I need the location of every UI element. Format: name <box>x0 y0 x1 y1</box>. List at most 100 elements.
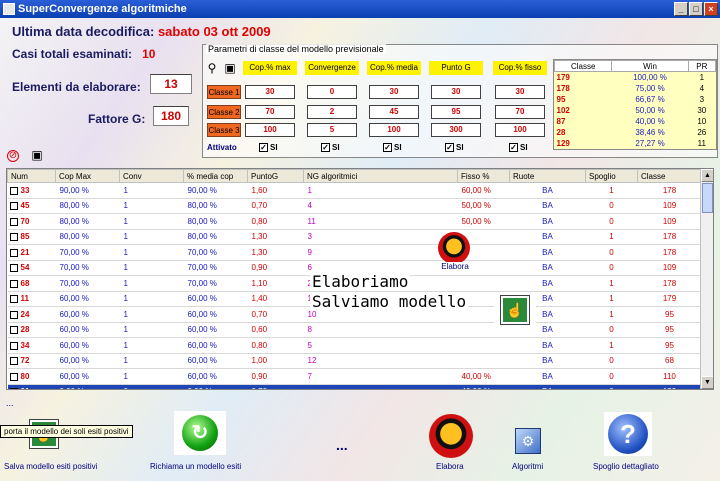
row-checkbox[interactable] <box>9 202 18 211</box>
attivato-convergenze-checkbox[interactable]: ✓ SI <box>321 143 340 153</box>
minimize-button[interactable]: _ <box>674 2 688 16</box>
close-button[interactable]: × <box>704 2 718 16</box>
grid-cell: 1 <box>119 275 184 292</box>
table-row[interactable]: 70 80,00 % 1 80,00 % 0,80 11 50,00 % BA 0 109 <box>7 213 702 230</box>
grid-cell: 1 <box>119 306 184 323</box>
elabora-overlay-icon <box>438 232 470 264</box>
elementi-input[interactable]: 13 <box>150 74 192 94</box>
grid-header-4[interactable]: PuntoG <box>247 169 304 183</box>
grid-cell: 12 <box>303 353 458 369</box>
row-checkbox[interactable] <box>9 295 18 304</box>
grid-header-3[interactable]: % media cop <box>183 169 248 183</box>
classe-1-convergenze[interactable]: 0 <box>307 85 357 99</box>
classe-1-punto-g[interactable]: 30 <box>431 85 481 99</box>
classe-3-punto-g[interactable]: 300 <box>431 123 481 137</box>
grid-cell: 40,00 % <box>457 368 510 385</box>
classe-3-convergenze[interactable]: 5 <box>307 123 357 137</box>
row-checkbox[interactable] <box>9 388 18 389</box>
grid-header-7[interactable]: Ruote <box>509 169 586 183</box>
fattore-input[interactable]: 180 <box>153 106 189 126</box>
mini-table-row: 129 27,27 % 11 <box>555 138 716 149</box>
table-row[interactable]: 21 70,00 % 1 70,00 % 1,30 9 BA 0 178 <box>7 244 702 261</box>
table-row[interactable]: 010,00 %00,00 %0,7040,00 %BA0129 <box>7 384 702 389</box>
table-row[interactable]: 80 60,00 % 1 60,00 % 0,90 7 40,00 % BA 0 110 <box>7 368 702 385</box>
grid-header-6[interactable]: Fisso % <box>457 169 510 183</box>
save-grid-icon[interactable]: ▣ <box>30 148 44 162</box>
grid-cell: 1 <box>585 229 638 245</box>
grid-cell-num-wrap: 72 <box>7 353 56 369</box>
table-row[interactable]: 72 60,00 % 1 60,00 % 1,00 12 BA 0 68 <box>7 353 702 369</box>
classe-3-cop-media[interactable]: 100 <box>369 123 419 137</box>
row-checkbox[interactable] <box>9 372 18 381</box>
more-dots[interactable]: ... <box>336 437 348 453</box>
attivato-cop-fisso-checkbox[interactable]: ✓ SI <box>509 143 528 153</box>
grid-header-8[interactable]: Spoglio <box>585 169 638 183</box>
grid-cell-num: 80 <box>20 371 30 381</box>
attivato-punto-g-checkbox[interactable]: ✓ SI <box>445 143 464 153</box>
grid-cell: 0 <box>585 368 638 385</box>
spoglio-dettagliato-button[interactable]: ? <box>604 412 652 456</box>
table-row[interactable]: 33 90,00 % 1 90,00 % 1,60 1 60,00 % BA 1 178 <box>7 182 702 199</box>
classe-1-cop-media[interactable]: 30 <box>369 85 419 99</box>
save-icon[interactable]: ▣ <box>223 61 237 75</box>
grid-cell: 0 <box>585 322 638 338</box>
algoritmi-button[interactable]: ⚙ <box>512 426 544 456</box>
grid-vertical-scrollbar[interactable]: ▲ ▼ <box>700 169 713 389</box>
classe-2-convergenze[interactable]: 2 <box>307 105 357 119</box>
scroll-down-arrow-icon[interactable]: ▼ <box>701 376 713 389</box>
binoculars-icon[interactable]: ⚲ <box>205 61 219 75</box>
grid-cell: BA <box>509 353 586 369</box>
ultima-data-value: sabato 03 ott 2009 <box>157 24 271 39</box>
grid-header-9[interactable]: Classe <box>637 169 702 183</box>
scroll-up-arrow-icon[interactable]: ▲ <box>701 169 713 182</box>
table-row[interactable]: 45 80,00 % 1 80,00 % 0,70 4 50,00 % BA 0 109 <box>7 198 702 214</box>
spoglio-dettagliato-label: Spoglio dettagliato <box>593 462 659 471</box>
scroll-thumb[interactable] <box>702 183 713 213</box>
grid-header-0[interactable]: Num <box>7 169 56 183</box>
maximize-button[interactable]: □ <box>689 2 703 16</box>
row-checkbox[interactable] <box>9 233 18 242</box>
richiama-modello-button[interactable]: ↻ <box>174 411 226 455</box>
mini-table-row: 95 66,67 % 3 <box>555 94 716 105</box>
overlay-elaboriamo-text: Elaboriamo <box>310 272 411 291</box>
grid-header-1[interactable]: Cop Max <box>55 169 120 183</box>
salva-modello-overlay-button[interactable]: ☝ <box>494 292 536 328</box>
row-checkbox[interactable] <box>9 326 18 335</box>
grid-header-5[interactable]: NG algoritmici <box>303 169 458 183</box>
elabora-label: Elabora <box>436 462 464 471</box>
row-checkbox[interactable] <box>9 357 18 366</box>
grid-header-2[interactable]: Conv <box>119 169 184 183</box>
grid-cell: 60,00 % <box>183 337 248 354</box>
row-checkbox[interactable] <box>9 310 18 319</box>
row-checkbox[interactable] <box>9 217 18 226</box>
cancel-icon[interactable]: ⊘ <box>7 150 19 162</box>
grid-cell: 50,00 % <box>457 213 510 230</box>
row-checkbox[interactable] <box>9 186 18 195</box>
attivato-cop-media-checkbox[interactable]: ✓ SI <box>383 143 402 153</box>
table-row[interactable]: 28 60,00 % 1 60,00 % 0,60 8 BA 0 95 <box>7 322 702 338</box>
grid-cell-num-wrap: 33 <box>7 182 56 199</box>
elabora-button[interactable] <box>428 414 474 458</box>
mini-cell-win: 38,46 % <box>635 127 665 137</box>
grid-cell: 1 <box>119 291 184 307</box>
classe-3-cop-max[interactable]: 100 <box>245 123 295 137</box>
grid-cell: 95 <box>637 337 702 354</box>
mini-cell-win: 27,27 % <box>635 138 665 148</box>
grid-cell <box>303 384 458 389</box>
classe-1-cop-max[interactable]: 30 <box>245 85 295 99</box>
grid-cell: 0,00 % <box>55 384 120 389</box>
table-row[interactable]: 85 80,00 % 1 80,00 % 1,30 3 BA 1 178 <box>7 229 702 245</box>
table-row[interactable]: 34 60,00 % 1 60,00 % 0,80 5 BA 1 95 <box>7 337 702 354</box>
classe-2-cop-media[interactable]: 45 <box>369 105 419 119</box>
classe-1-cop-fisso[interactable]: 30 <box>495 85 545 99</box>
attivato-cop-max-checkbox[interactable]: ✓ SI <box>259 143 278 153</box>
row-checkbox[interactable] <box>9 341 18 350</box>
row-checkbox[interactable] <box>9 264 18 273</box>
classe-2-punto-g[interactable]: 95 <box>431 105 481 119</box>
row-checkbox[interactable] <box>9 279 18 288</box>
classe-2-cop-fisso[interactable]: 70 <box>495 105 545 119</box>
classe-3-cop-fisso[interactable]: 100 <box>495 123 545 137</box>
row-checkbox[interactable] <box>9 248 18 257</box>
grid-cell: 110 <box>637 368 702 385</box>
classe-2-cop-max[interactable]: 70 <box>245 105 295 119</box>
